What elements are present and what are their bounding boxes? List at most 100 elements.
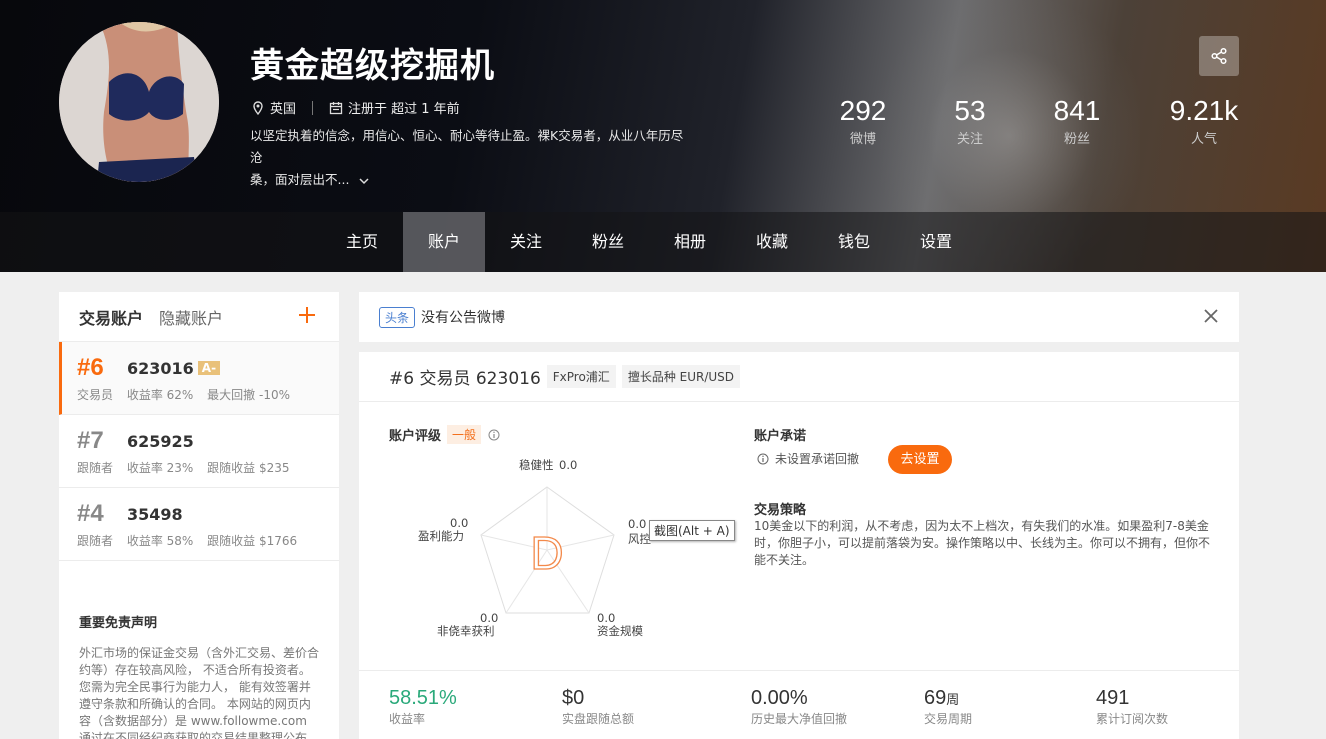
- nav-accounts[interactable]: 账户: [403, 212, 485, 272]
- tab-trading-accounts[interactable]: 交易账户: [79, 305, 143, 329]
- nav-settings[interactable]: 设置: [895, 212, 977, 272]
- metric-label: 收益率: [389, 712, 426, 726]
- profile-name: 黄金超级挖掘机: [250, 46, 495, 86]
- account-number-text: 623016: [127, 359, 194, 378]
- metric-subscriptions: 491 累计订阅次数: [1096, 687, 1168, 727]
- metric-value: $0: [562, 687, 585, 709]
- promise-status: 未设置承诺回撤: [757, 450, 859, 467]
- stat-label: 粉丝: [1063, 132, 1090, 147]
- radar-value-risk: 0.0: [628, 517, 646, 531]
- account-role: 交易员: [77, 388, 114, 402]
- meta-divider: [312, 100, 314, 115]
- rating-level-badge: 一般: [447, 425, 482, 444]
- nav-home[interactable]: 主页: [321, 212, 403, 272]
- tab-hidden-accounts[interactable]: 隐藏账户: [159, 305, 223, 329]
- metric-follow-total: $0 实盘跟随总额: [562, 687, 634, 727]
- account-summary: 跟随者 收益率 23% 跟随收益 $235: [77, 459, 300, 476]
- radar-value-capital: 0.0: [597, 611, 615, 625]
- share-icon: [1211, 47, 1227, 65]
- account-tabs: 交易账户 隐藏账户: [59, 292, 339, 342]
- stat-following[interactable]: 53 关注: [925, 95, 1015, 147]
- account-item[interactable]: #4 35498 跟随者 收益率 58% 跟随收益 $1766: [59, 488, 339, 561]
- nav-wallet[interactable]: 钱包: [813, 212, 895, 272]
- metric-value: 58.51%: [389, 687, 457, 709]
- promise-title: 账户承诺: [754, 429, 807, 444]
- instrument-chip: 擅长品种 EUR/USD: [621, 365, 741, 388]
- radar-label-nonluck: 非侥幸获利: [437, 624, 495, 638]
- account-title: #6 交易员 623016: [389, 369, 541, 389]
- radar-label-stability: 稳健性: [519, 458, 554, 472]
- radar-value-profit: 0.0: [450, 516, 468, 530]
- metric-label: 实盘跟随总额: [562, 712, 635, 726]
- rating-radar-chart: D 稳健性 0.0 0.0 风控 0.0 资金规模 0.0 非侥幸获利 0.0 …: [418, 458, 651, 638]
- calendar-icon: [329, 101, 343, 114]
- stat-value: 53: [954, 95, 986, 126]
- account-metric-1: 收益率 62%: [126, 388, 194, 402]
- add-account-icon[interactable]: [297, 305, 317, 325]
- profile-registered: 注册于 超过 1 年前: [348, 102, 460, 117]
- profile-bio: 以坚定执着的信念，用信心、恒心、耐心等待止盈。裸K交易者，从业八年历尽沧 桑，面…: [250, 125, 690, 191]
- account-sidebar: 交易账户 隐藏账户 #6 623016 A- 交易员 收益率 62% 最大回撤 -…: [59, 292, 339, 739]
- announcement-bar: 头条 没有公告微博: [359, 292, 1239, 342]
- metric-label: 交易周期: [924, 712, 973, 726]
- headline-tag: 头条: [379, 306, 416, 328]
- radar-label-risk: 风控: [628, 532, 651, 546]
- account-item[interactable]: #6 623016 A- 交易员 收益率 62% 最大回撤 -10%: [59, 342, 339, 415]
- account-summary: 跟随者 收益率 58% 跟随收益 $1766: [77, 532, 307, 549]
- info-icon: [757, 453, 769, 464]
- account-grade-badge: A-: [197, 361, 221, 375]
- bio-line-1: 以坚定执着的信念，用信心、恒心、耐心等待止盈。裸K交易者，从业八年历尽沧: [250, 128, 684, 165]
- nav-following[interactable]: 关注: [485, 212, 567, 272]
- chevron-down-icon[interactable]: [359, 176, 369, 186]
- nav-followers[interactable]: 粉丝: [567, 212, 649, 272]
- rating-grade-letter: D: [530, 527, 563, 579]
- account-rank: #6: [77, 354, 104, 381]
- profile-nav: 主页 账户 关注 粉丝 相册 收藏 钱包 设置: [0, 212, 1326, 272]
- avatar-image: [59, 22, 219, 182]
- account-metrics: 58.51% 收益率 $0 实盘跟随总额 0.00% 历史最大净值回撤 69周 …: [359, 670, 1239, 739]
- account-number: 35498: [127, 505, 183, 524]
- announcement-text: 没有公告微博: [421, 310, 506, 326]
- nav-album[interactable]: 相册: [649, 212, 731, 272]
- account-metric-2: 最大回撤 -10%: [207, 388, 290, 402]
- set-promise-button[interactable]: 去设置: [888, 445, 952, 474]
- account-metric-1: 收益率 58%: [126, 534, 194, 548]
- stat-followers[interactable]: 841 粉丝: [1032, 95, 1122, 147]
- radar-label-profit: 盈利能力: [418, 529, 464, 543]
- bio-line-2: 桑，面对层出不...: [250, 172, 350, 187]
- rating-section-title: 账户评级 一般: [389, 425, 500, 444]
- metric-return: 58.51% 收益率: [389, 687, 457, 727]
- metric-max-drawdown: 0.00% 历史最大净值回撤: [751, 687, 847, 727]
- account-detail-card: #6 交易员 623016 FxPro浦汇 擅长品种 EUR/USD 账户评级 …: [359, 352, 1239, 739]
- metric-value-wrap: 69周: [924, 687, 972, 710]
- account-role: 跟随者: [77, 461, 114, 475]
- account-rank: #4: [77, 500, 104, 527]
- account-metric-2: 跟随收益 $1766: [207, 534, 298, 548]
- strategy-text: 10美金以下的利润，从不考虑，因为太不上档次，有失我们的水准。如果盈利7-8美金…: [754, 519, 1211, 567]
- profile-location: 英国: [270, 102, 297, 117]
- stat-value: 841: [1053, 95, 1101, 126]
- disclaimer-text: 外汇市场的保证金交易（含外汇交易、差价合约等）存在较高风险， 不适合所有投资者。…: [79, 646, 320, 739]
- metric-unit: 周: [946, 692, 960, 707]
- radar-label-capital: 资金规模: [597, 624, 643, 638]
- rating-label: 账户评级: [389, 429, 442, 444]
- stat-posts[interactable]: 292 微博: [818, 95, 908, 147]
- radar-value-stability: 0.0: [559, 458, 577, 472]
- screenshot-tooltip: 截图(Alt + A): [649, 520, 735, 541]
- account-rank: #7: [77, 427, 104, 454]
- stat-value: 292: [839, 95, 887, 126]
- broker-chip: FxPro浦汇: [546, 365, 616, 388]
- account-detail-header: #6 交易员 623016 FxPro浦汇 擅长品种 EUR/USD: [359, 352, 1239, 402]
- stat-label: 人气: [1190, 132, 1217, 147]
- info-icon[interactable]: [488, 429, 500, 441]
- metric-trading-period: 69周 交易周期: [924, 687, 972, 727]
- profile-header: 黄金超级挖掘机 英国 注册于 超过 1 年前 以坚定执着的信念，用信心、恒心、耐…: [0, 0, 1326, 272]
- promise-text: 未设置承诺回撤: [775, 452, 860, 466]
- close-icon[interactable]: [1203, 308, 1219, 324]
- stat-value: 9.21k: [1169, 95, 1239, 126]
- stat-label: 关注: [956, 132, 983, 147]
- account-item[interactable]: #7 625925 跟随者 收益率 23% 跟随收益 $235: [59, 415, 339, 488]
- avatar[interactable]: [59, 22, 219, 182]
- share-button[interactable]: [1199, 36, 1239, 76]
- nav-favorites[interactable]: 收藏: [731, 212, 813, 272]
